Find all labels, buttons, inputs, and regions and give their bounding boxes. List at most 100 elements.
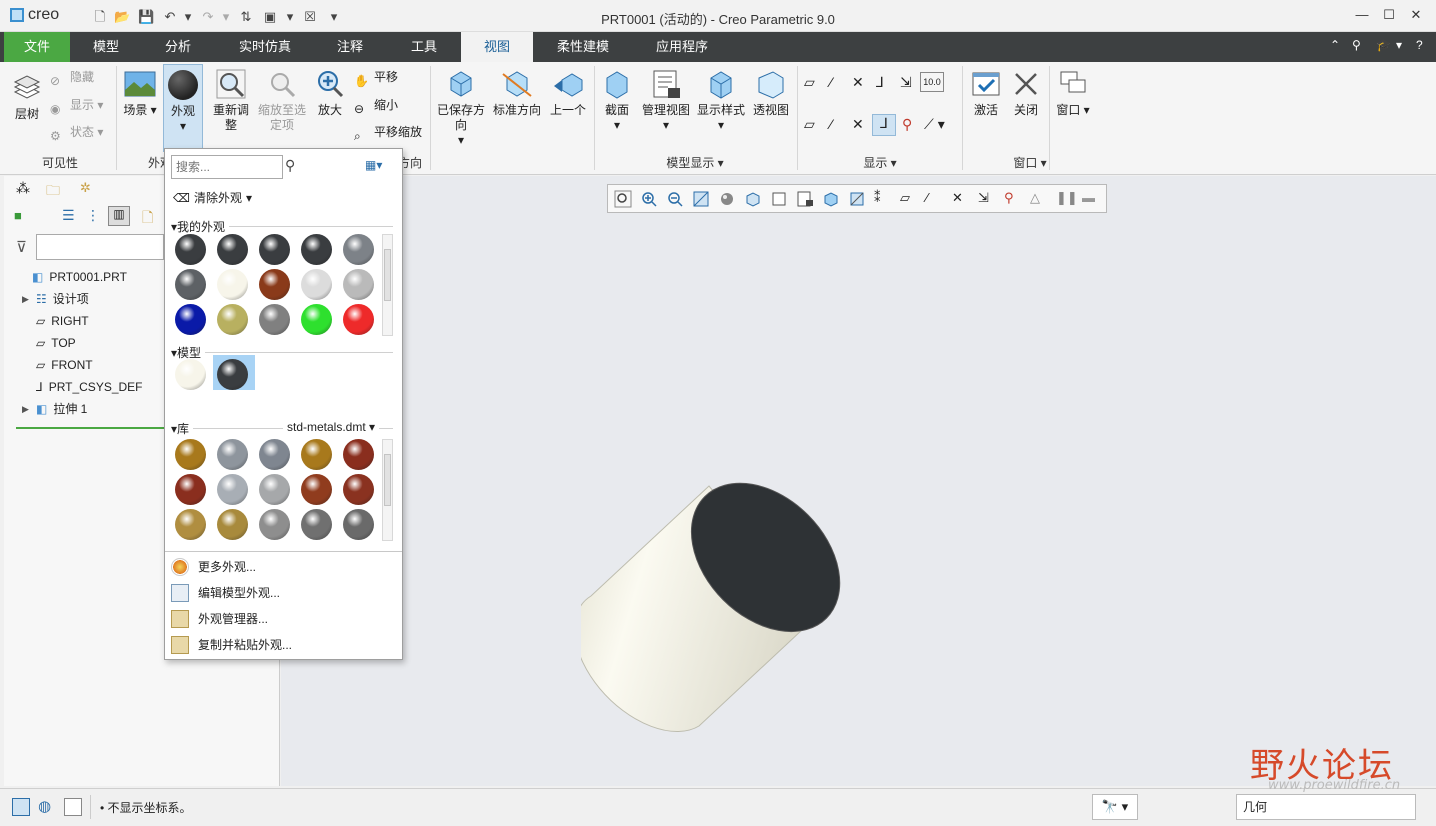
zoom-out-button[interactable]: ⊖ 缩小: [354, 94, 398, 116]
close-window-button[interactable]: 关闭: [1006, 68, 1046, 118]
tab-tools[interactable]: 工具: [394, 32, 454, 62]
previous-orientation-button[interactable]: 上一个: [546, 68, 590, 118]
part-icon[interactable]: ■: [14, 208, 22, 223]
point-display-icon[interactable]: ✕: [852, 74, 864, 91]
more-appearances-item[interactable]: 更多外观...: [171, 555, 256, 579]
activate-button[interactable]: 激活: [966, 68, 1006, 118]
plane-display-icon[interactable]: ▱: [804, 74, 815, 91]
csys-tag-display-icon[interactable]: ⅃: [872, 114, 896, 136]
options-dropdown-icon[interactable]: ▾: [1396, 38, 1402, 52]
appearance-swatch[interactable]: [343, 304, 374, 335]
annotation-display-icon[interactable]: ⟋ ▾: [924, 116, 945, 133]
library-scrollbar[interactable]: [382, 439, 393, 541]
graphics-window[interactable]: [281, 176, 1436, 786]
appearance-swatch[interactable]: [259, 474, 290, 505]
tab-flexible-modeling[interactable]: 柔性建模: [546, 32, 620, 62]
manage-views-button[interactable]: 管理视图 ▾: [640, 68, 692, 133]
appearance-swatch[interactable]: [175, 304, 206, 335]
point-display-icon[interactable]: ⁑: [874, 190, 892, 208]
axis-tag-display-icon[interactable]: ⁄: [830, 116, 832, 132]
plane-display-icon[interactable]: ▱: [900, 190, 918, 208]
zoom-in-button[interactable]: 放大: [310, 68, 350, 118]
refit-icon[interactable]: [614, 190, 632, 208]
pan-zoom-button[interactable]: ⌕ 平移缩放: [354, 121, 422, 143]
point-tag-icon[interactable]: ✕: [952, 190, 970, 208]
appearance-ball-icon[interactable]: [718, 190, 736, 208]
navigator-toggle-icon[interactable]: [12, 798, 30, 816]
appearance-swatch[interactable]: [217, 269, 248, 300]
expand-icon[interactable]: ▶: [22, 398, 30, 420]
view-options-icon[interactable]: ▦▾: [365, 158, 382, 172]
appearance-swatch[interactable]: [175, 269, 206, 300]
tree-item-front[interactable]: ▱ FRONT: [22, 354, 93, 376]
appearance-swatch[interactable]: [343, 269, 374, 300]
browser-toggle-icon[interactable]: ◍: [38, 797, 51, 815]
appearance-swatch[interactable]: [301, 439, 332, 470]
edit-model-appearance-item[interactable]: 编辑模型外观...: [171, 581, 280, 605]
tree-search-input[interactable]: [36, 234, 164, 260]
appearance-swatch[interactable]: [259, 234, 290, 265]
appearance-swatch[interactable]: [259, 509, 290, 540]
clear-appearance-button[interactable]: ⌫ 清除外观 ▾: [173, 189, 252, 206]
repaint-icon[interactable]: [692, 190, 710, 208]
help-icon[interactable]: ?: [1416, 38, 1423, 52]
display-style-button[interactable]: 显示样式 ▾: [696, 68, 746, 133]
appearance-swatch[interactable]: [301, 474, 332, 505]
show-button[interactable]: ◉ 显示 ▾: [50, 94, 103, 116]
my-appearances-header[interactable]: ▾我的外观: [171, 218, 230, 235]
favorites-tab-icon[interactable]: ✲: [80, 180, 91, 196]
pause-icon[interactable]: ❚❚: [1056, 190, 1078, 208]
collapse-ribbon-icon[interactable]: ⌃: [1330, 38, 1340, 52]
tree-filters-icon[interactable]: ⋮: [86, 207, 100, 224]
standard-orientation-button[interactable]: 标准方向: [490, 68, 544, 118]
appearance-swatch[interactable]: [343, 509, 374, 540]
search-icon[interactable]: ⚲: [1352, 38, 1361, 52]
tree-item-csys[interactable]: ⅃ PRT_CSYS_DEF: [22, 376, 143, 398]
appearance-swatch[interactable]: [175, 439, 206, 470]
scene-button[interactable]: 场景 ▾: [120, 68, 160, 118]
folder-browser-tab-icon[interactable]: 🗀: [46, 180, 60, 204]
point-tag-display-icon[interactable]: ✕: [852, 116, 864, 133]
zoom-to-selected-button[interactable]: 缩放至选定项: [256, 68, 308, 133]
zoom-in-icon[interactable]: [640, 190, 658, 208]
tab-file[interactable]: 文件: [4, 32, 70, 62]
play-icon[interactable]: ▬: [1082, 190, 1100, 208]
appearance-swatch[interactable]: [217, 304, 248, 335]
appearance-swatch[interactable]: [301, 509, 332, 540]
appearance-swatch[interactable]: [217, 359, 248, 390]
tab-view[interactable]: 视图: [461, 32, 533, 62]
perspective-icon[interactable]: [822, 190, 840, 208]
selection-filter-select[interactable]: 几何: [1236, 794, 1416, 820]
tag-display-icon[interactable]: ⇲: [978, 190, 996, 208]
appearance-button[interactable]: 外观 ▾: [163, 64, 203, 152]
library-file-select[interactable]: std-metals.dmt ▾: [283, 420, 380, 434]
appearance-swatch[interactable]: [217, 234, 248, 265]
appearance-swatch[interactable]: [217, 474, 248, 505]
cylinder-model[interactable]: [581, 476, 851, 736]
show-icon[interactable]: 🗋: [142, 207, 153, 231]
tab-annotate[interactable]: 注释: [320, 32, 380, 62]
status-button[interactable]: ⚙ 状态 ▾: [50, 121, 103, 143]
tab-model[interactable]: 模型: [76, 32, 136, 62]
appearance-swatch[interactable]: [175, 359, 206, 390]
my-appearances-scrollbar[interactable]: [382, 234, 393, 336]
plane-tag-display-icon[interactable]: ▱: [804, 116, 815, 133]
appearance-swatch[interactable]: [343, 474, 374, 505]
zoom-out-icon[interactable]: [666, 190, 684, 208]
appearance-swatch[interactable]: [259, 269, 290, 300]
axis-display-icon[interactable]: ⁄: [830, 74, 832, 90]
tree-item-top[interactable]: ▱ TOP: [22, 332, 76, 354]
appearance-swatch[interactable]: [301, 234, 332, 265]
display-style-icon[interactable]: [744, 190, 762, 208]
model-tree-tab-icon[interactable]: ⁂: [16, 180, 30, 197]
tree-columns-icon[interactable]: ▥: [108, 206, 130, 226]
close-icon[interactable]: ✕: [1404, 7, 1428, 25]
tree-item-right[interactable]: ▱ RIGHT: [22, 310, 89, 332]
pan-button[interactable]: ✋ 平移: [354, 66, 398, 88]
annotation-icon[interactable]: △: [1030, 190, 1048, 208]
appearance-swatch[interactable]: [175, 234, 206, 265]
fullscreen-icon[interactable]: [64, 798, 82, 816]
tree-item-design-items[interactable]: ▶ ☷ 设计项: [22, 288, 89, 310]
appearance-swatch[interactable]: [259, 304, 290, 335]
tab-analysis[interactable]: 分析: [148, 32, 208, 62]
